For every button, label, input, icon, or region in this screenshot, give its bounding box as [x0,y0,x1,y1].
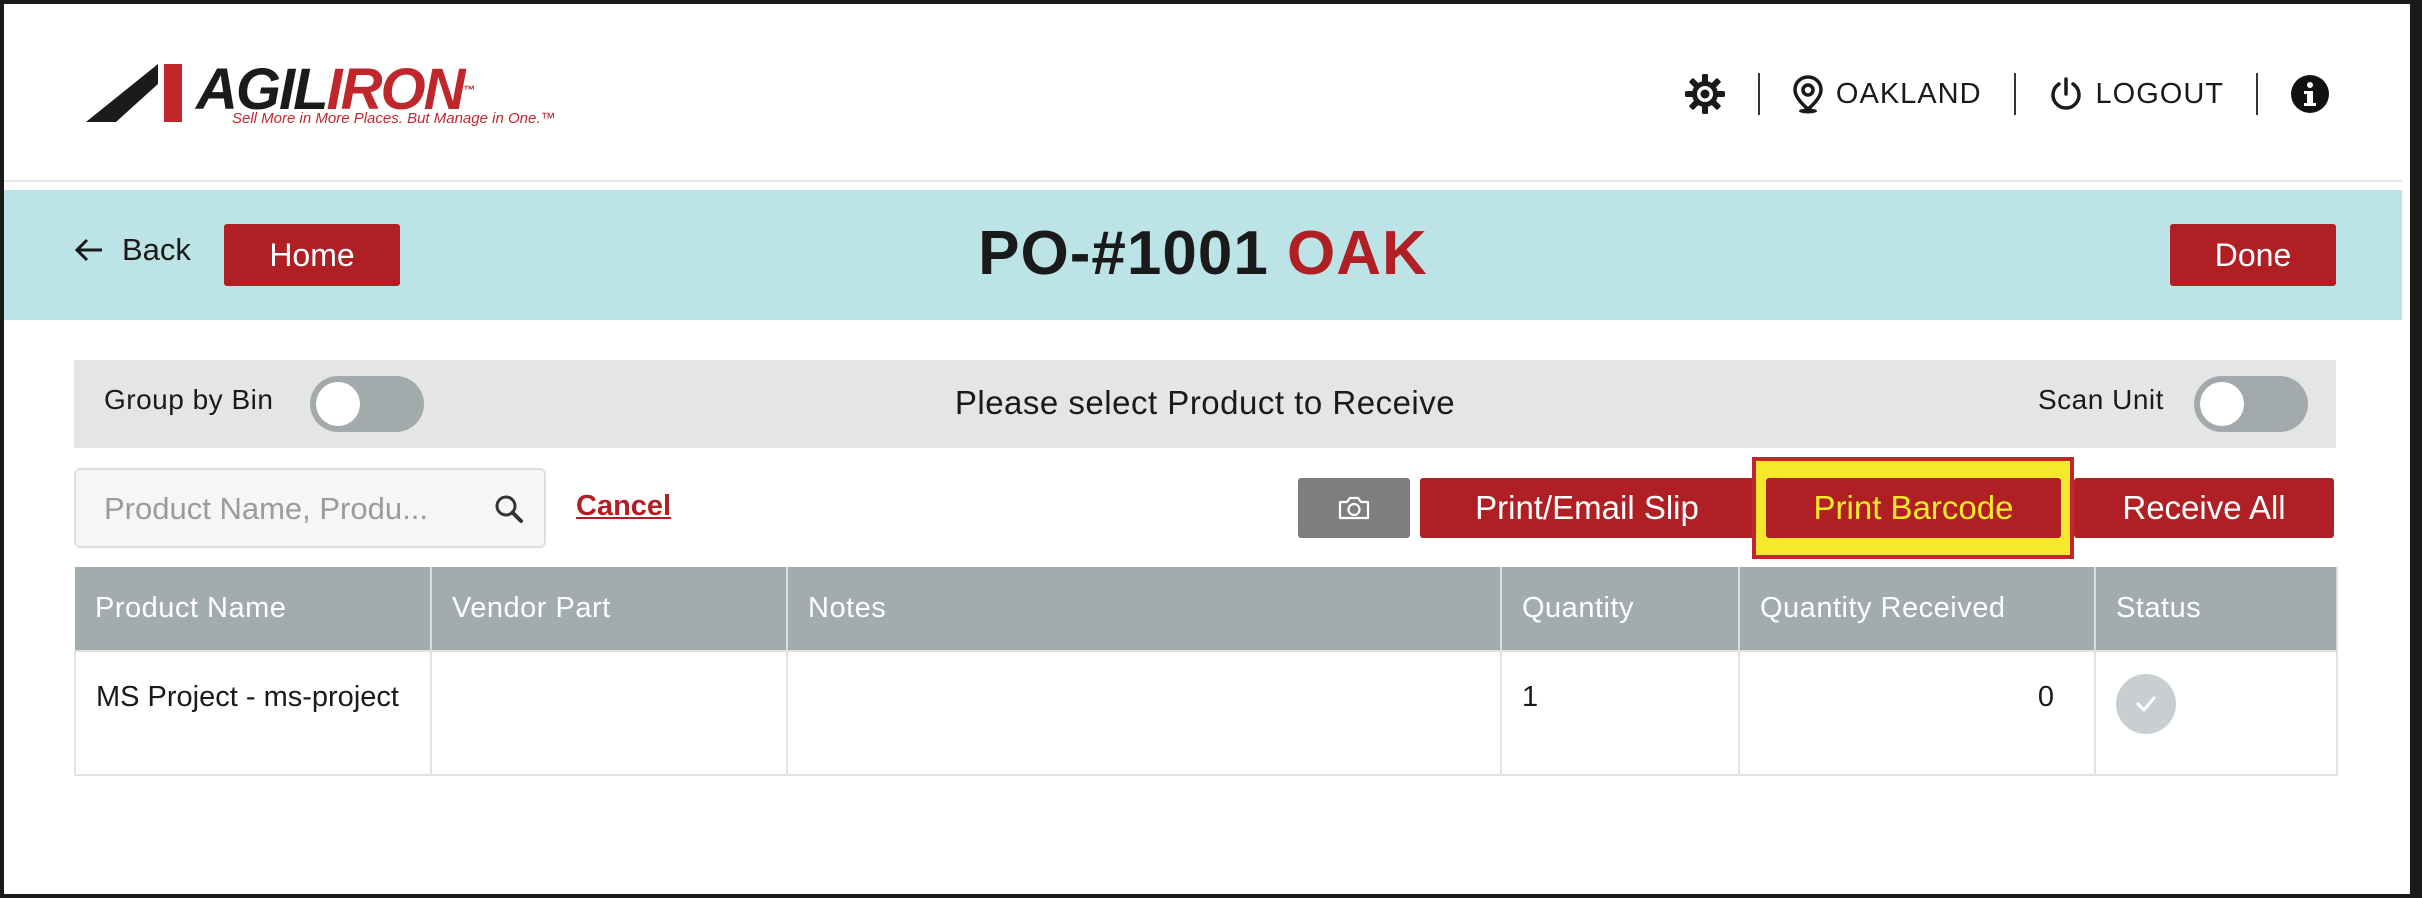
po-location: OAK [1287,219,1428,288]
logout-label: LOGOUT [2095,77,2224,110]
filter-bar: Group by Bin Please select Product to Re… [74,360,2336,448]
cell-quantity-received[interactable]: 0 [1738,650,2096,776]
cell-status [2094,650,2338,776]
toggle-knob [2200,382,2244,426]
logo-tagline: Sell More in More Places. But Manage in … [232,110,556,127]
top-nav: OAKLAND LOGOUT [1684,66,2330,122]
cell-product-name: MS Project - ms-project [74,650,432,776]
power-icon [2048,76,2084,112]
logout-button[interactable]: LOGOUT [2048,76,2224,112]
camera-icon [1338,496,1370,520]
search-icon[interactable] [494,494,524,524]
camera-button[interactable] [1298,478,1410,538]
print-email-slip-button[interactable]: Print/Email Slip [1420,478,1754,538]
print-barcode-button[interactable]: Print Barcode [1766,478,2061,538]
column-header-vendor-part[interactable]: Vendor Part [431,567,788,651]
logo-mark-icon [86,64,182,122]
nav-divider [1757,73,1760,115]
search-input[interactable] [104,484,484,534]
scan-unit-toggle[interactable] [2194,376,2308,432]
receive-all-button[interactable]: Receive All [2074,478,2334,538]
check-circle-icon[interactable] [2116,674,2176,734]
column-header-quantity-received[interactable]: Quantity Received [1739,567,2096,651]
page-title: PO-#1001 OAK [4,218,2402,289]
gear-icon[interactable] [1684,73,1726,115]
title-band: Back Home PO-#1001 OAK Done [4,190,2402,320]
print-barcode-highlight: Print Barcode [1752,457,2074,559]
scan-unit-label: Scan Unit [2038,384,2164,415]
po-number: PO-#1001 [978,219,1269,288]
column-header-product-name[interactable]: Product Name [75,567,432,651]
receive-instruction: Please select Product to Receive [954,384,1456,421]
cell-quantity: 1 [1500,650,1740,776]
po-items-table: Product Name Vendor Part Notes Quantity … [74,567,2338,776]
product-search [74,468,546,548]
location-selector[interactable]: OAKLAND [1792,74,1982,114]
location-label: OAKLAND [1835,77,1982,110]
table-header-row: Product Name Vendor Part Notes Quantity … [75,567,2338,651]
top-header: AGILIRON™ Sell More in More Places. But … [4,4,2402,182]
column-header-notes[interactable]: Notes [787,567,1502,651]
nav-divider [2256,73,2258,115]
nav-divider [2013,73,2016,115]
cell-notes [786,650,1502,776]
info-icon[interactable] [2290,74,2330,114]
agiliron-logo[interactable]: AGILIRON™ Sell More in More Places. But … [86,58,555,130]
cell-vendor-part [430,650,788,776]
table-row[interactable]: MS Project - ms-project 1 0 [74,650,2338,776]
cancel-link[interactable]: Cancel [576,490,671,523]
column-header-quantity[interactable]: Quantity [1501,567,1740,651]
map-pin-icon [1792,74,1824,114]
done-button[interactable]: Done [2170,224,2336,286]
column-header-status[interactable]: Status [2095,567,2338,651]
